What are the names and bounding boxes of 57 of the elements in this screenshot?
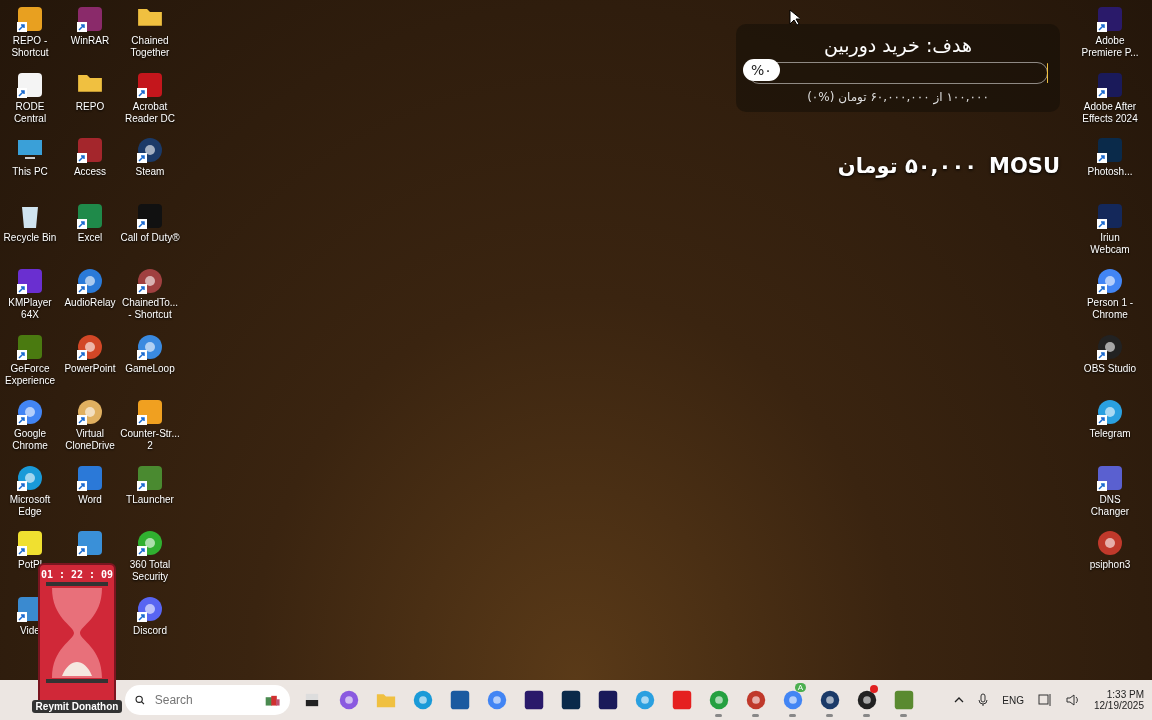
desktop-icon-label[interactable]: Iriun Webcam (1080, 231, 1140, 256)
search-field[interactable]: Search (125, 685, 290, 715)
desktop-icon-label[interactable]: WinRAR (70, 35, 110, 47)
donation-amount: ۵۰,۰۰۰ تومان (837, 154, 978, 178)
goal-caption: ۱۰۰,۰۰۰ از ۶۰,۰۰۰,۰۰۰ تومان (%۰) (807, 90, 989, 104)
desktop-icon-label[interactable]: Word (78, 493, 102, 506)
timer-label: Reymit Donathon (31, 700, 123, 713)
desktop-icon-label[interactable]: Photosh... (1087, 166, 1133, 178)
desktop-icon-label[interactable]: Access (73, 166, 107, 178)
desktop-icon-label[interactable]: RODE Central (0, 100, 60, 125)
desktop-icon-label[interactable]: TLauncher (126, 493, 174, 506)
desktop-icon-label[interactable]: Steam (135, 166, 165, 178)
desktop-icon-label[interactable]: Recycle Bin (3, 231, 57, 244)
network-icon[interactable] (1037, 693, 1052, 707)
donor-name: MOSU (989, 154, 1060, 178)
desktop-icon-label[interactable]: Call of Duty® (120, 231, 180, 244)
desktop-icon-label[interactable]: psiphon3 (1089, 559, 1131, 571)
desktop-icon-label[interactable]: GameLoop (125, 362, 175, 375)
desktop-icon-label[interactable]: Adobe After Effects 2024 (1080, 100, 1140, 125)
desktop-icon-label[interactable]: Person 1 - Chrome (1080, 297, 1140, 321)
desktop-icon-label[interactable]: PowerPoint (64, 362, 116, 375)
clock-time: 1:33 PM (1106, 689, 1144, 700)
desktop-icon-label[interactable]: Telegram (1089, 428, 1131, 440)
desktop-icon-label[interactable]: ChainedTo... - Shortcut (120, 297, 180, 321)
desktop-icon-label[interactable]: This PC (12, 166, 48, 178)
cursor-icon (789, 9, 800, 26)
goal-title: هدف: خرید دوربین (824, 34, 972, 56)
timer-time: 01 : 22 : 09 (40, 569, 114, 580)
desktop-icon-label[interactable]: AudioRelay (64, 297, 116, 309)
desktop-icon-label[interactable]: KMPlayer 64X (0, 297, 60, 321)
desktop-icon-label[interactable]: Discord (133, 624, 167, 637)
chevron-up-icon[interactable] (954, 697, 965, 703)
speaker-icon[interactable] (1065, 694, 1080, 706)
desktop-icon-label[interactable]: Google Chrome (0, 428, 60, 452)
desktop-icon-label[interactable]: Vide (20, 624, 40, 637)
desktop-icon-label[interactable]: REPO - Shortcut (0, 35, 60, 59)
microphone-icon[interactable] (978, 693, 989, 707)
desktop-icon-label[interactable]: Microsoft Edge (0, 493, 60, 518)
clock[interactable]: 1:33 PM 12/19/2025 (1093, 689, 1144, 711)
desktop-icon-label[interactable]: 360 Total Security (120, 559, 180, 583)
desktop-icon-label[interactable]: PotPl (18, 559, 42, 571)
desktop-icon-label[interactable]: Acrobat Reader DC (120, 100, 180, 125)
notification-badge: A (794, 683, 806, 692)
desktop-icon-label[interactable]: Chained Together (120, 35, 180, 59)
desktop-icon-label[interactable]: OBS Studio (1083, 362, 1137, 375)
desktop-icon-label[interactable]: Adobe Premiere P... (1080, 35, 1140, 59)
language-indicator[interactable]: ENG (1002, 694, 1024, 706)
search-input[interactable]: Search (152, 692, 257, 708)
desktop-icon-label[interactable]: DNS Changer (1080, 493, 1140, 518)
percent-badge: %۰ (743, 59, 780, 81)
desktop-icon-label[interactable]: Virtual CloneDrive (60, 428, 120, 452)
desktop-icon-label[interactable]: Excel (77, 231, 103, 244)
desktop-icon-label[interactable]: REPO (75, 100, 105, 113)
search-icon (135, 693, 145, 707)
clock-date: 12/19/2025 (1093, 700, 1144, 711)
desktop-icon-label[interactable]: Counter-Str... 2 (120, 428, 180, 452)
desktop-icon-label[interactable]: GeForce Experience (0, 362, 60, 387)
